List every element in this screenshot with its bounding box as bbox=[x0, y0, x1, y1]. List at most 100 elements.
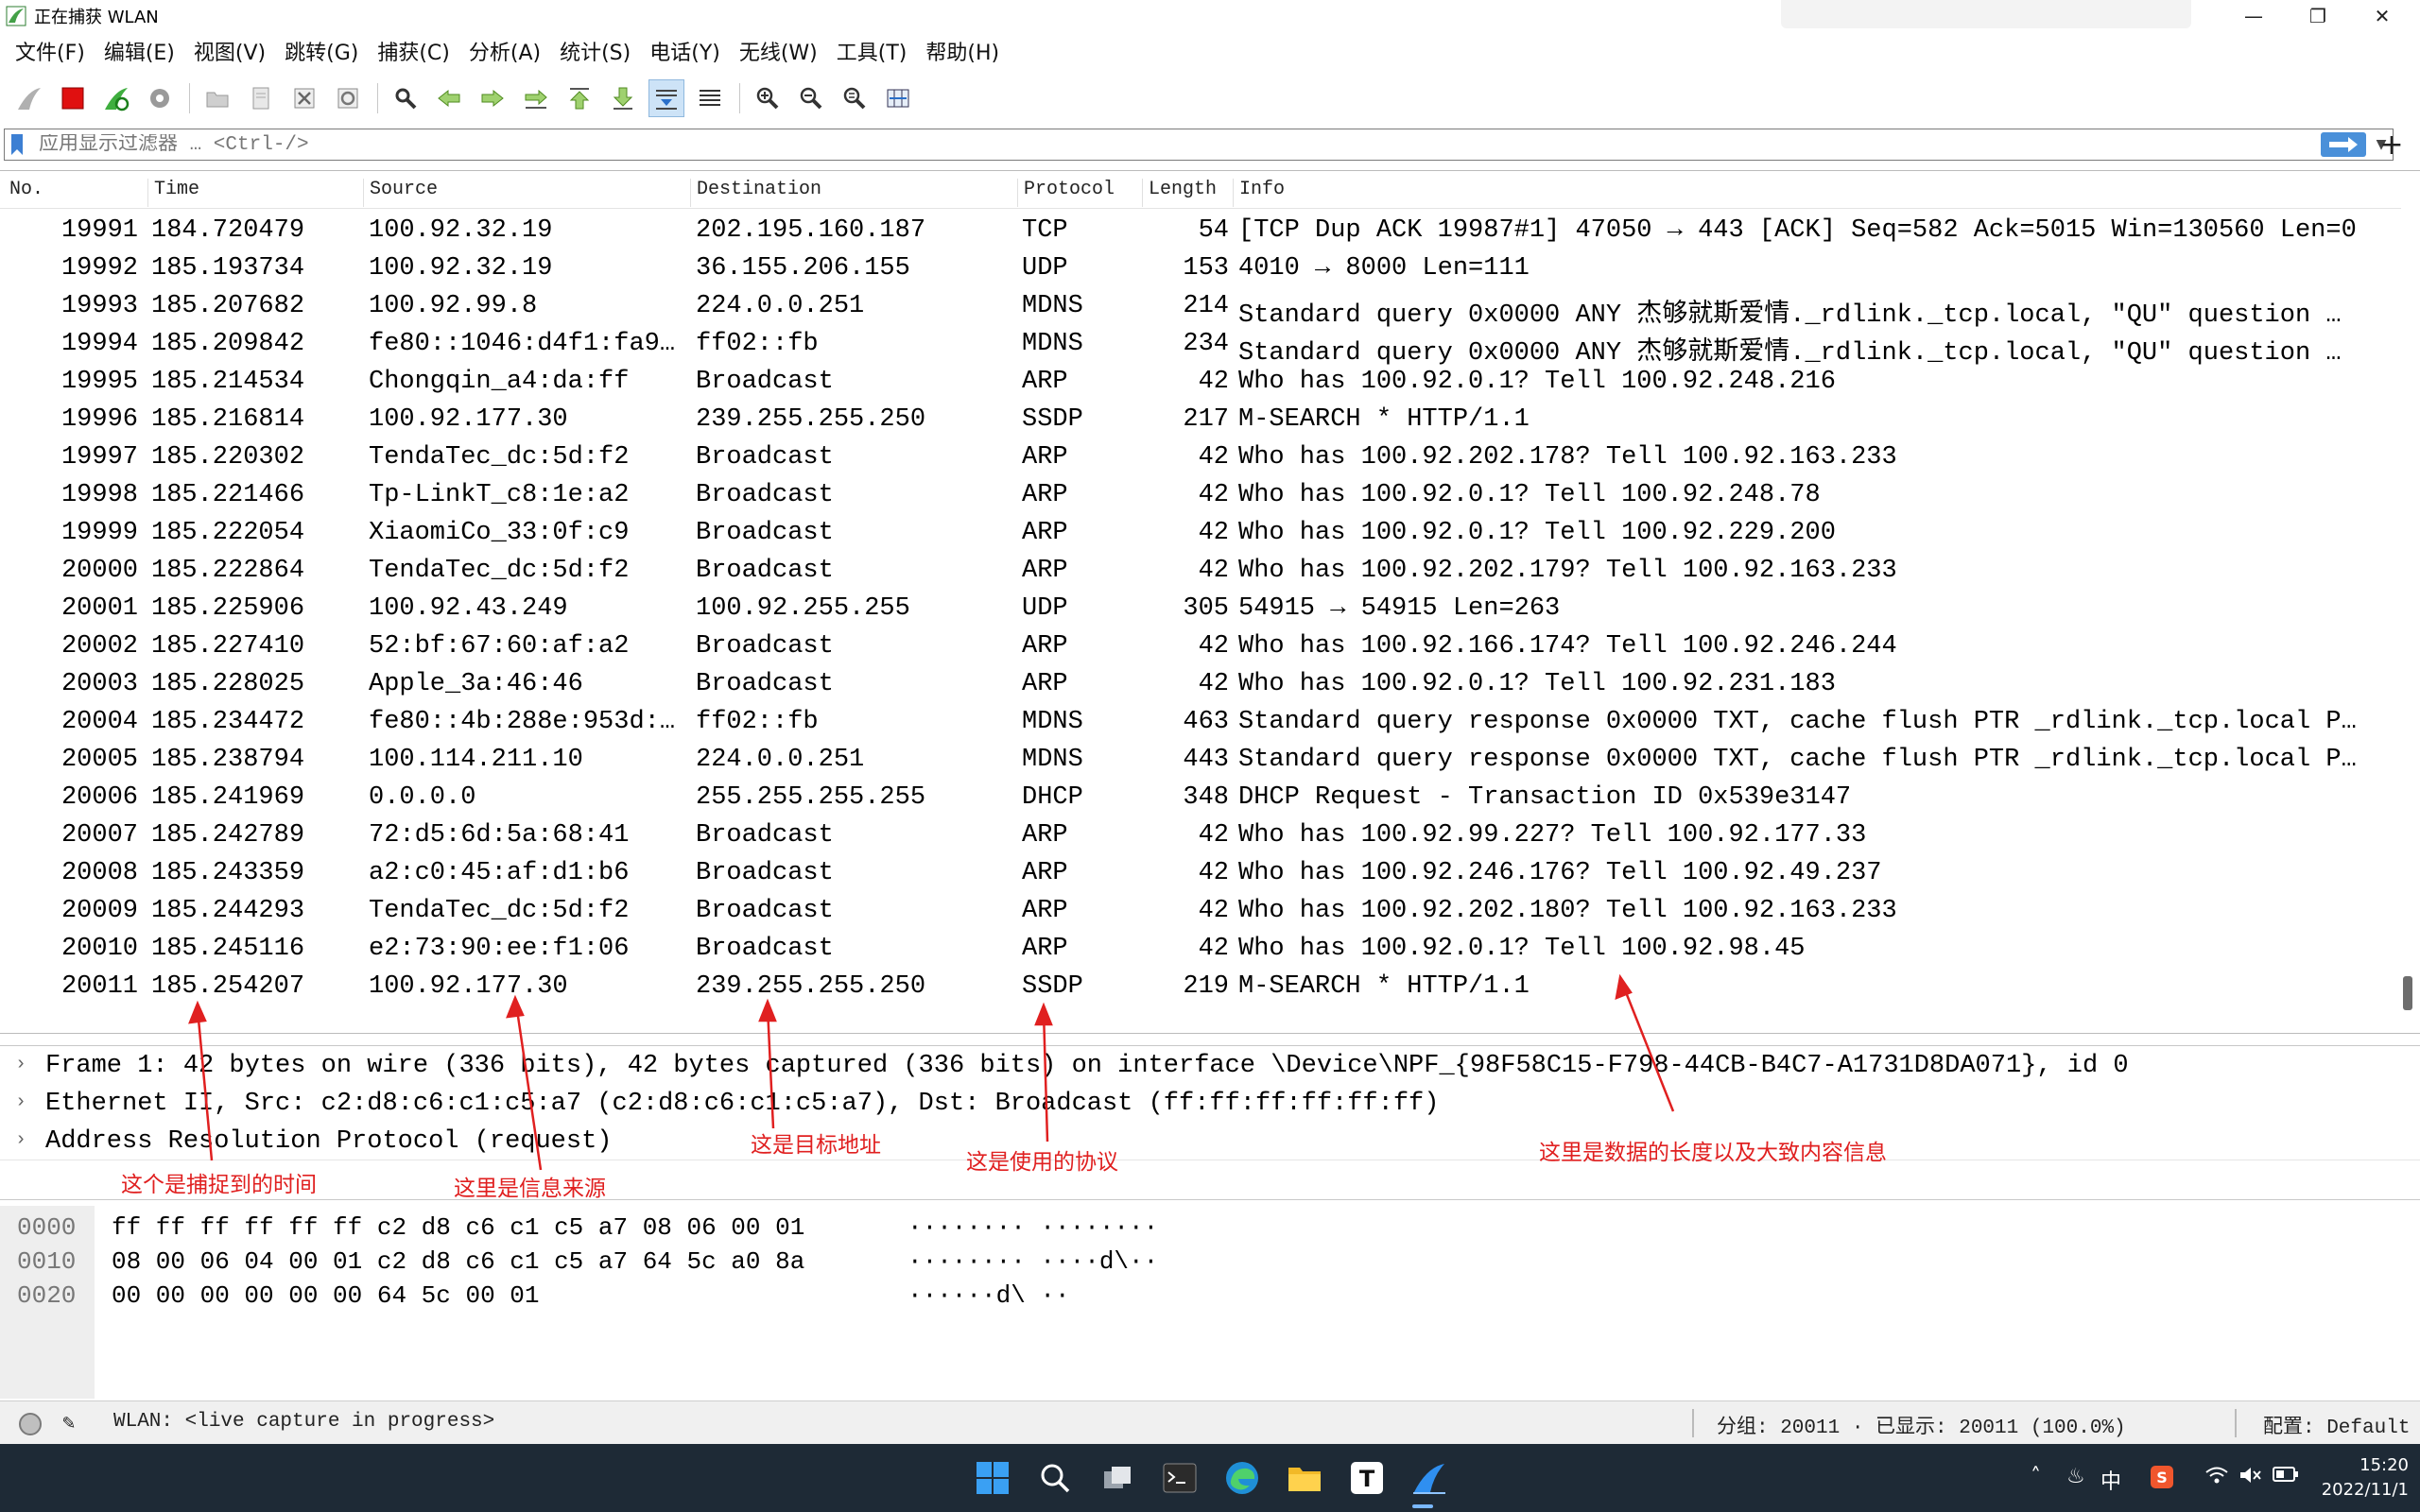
packet-row[interactable]: 20003 185.228025 Apple_3a:46:46 Broadcast AR… bbox=[0, 666, 2401, 704]
zoom-in-button[interactable] bbox=[750, 79, 786, 117]
maximize-button[interactable]: ❐ bbox=[2286, 0, 2350, 32]
column-protocol[interactable]: Protocol bbox=[1017, 179, 1115, 207]
add-filter-button[interactable]: + bbox=[2363, 129, 2420, 162]
go-forward-button[interactable] bbox=[475, 79, 510, 117]
last-packet-button[interactable] bbox=[605, 79, 641, 117]
packet-row[interactable]: 20009 185.244293 TendaTec_dc:5d:f2 Broadcas… bbox=[0, 893, 2401, 931]
packet-row[interactable]: 20006 185.241969 0.0.0.0 255.255.255.255 DHC… bbox=[0, 780, 2401, 817]
bytes-hex[interactable]: 08 00 06 04 00 01 c2 d8 c6 c1 c5 a7 64 5… bbox=[112, 1247, 804, 1276]
packet-row[interactable]: 19995 185.214534 Chongqin_a4:da:ff Broadcas… bbox=[0, 364, 2401, 402]
packet-row[interactable]: 20001 185.225906 100.92.43.249 100.92.255.2… bbox=[0, 591, 2401, 628]
open-file-button[interactable] bbox=[199, 79, 235, 117]
first-packet-button[interactable] bbox=[562, 79, 597, 117]
menu-go[interactable]: 跳转(G) bbox=[279, 36, 372, 66]
menu-telephony[interactable]: 电话(Y) bbox=[644, 36, 734, 66]
autoscroll-button[interactable] bbox=[648, 79, 684, 117]
bytes-ascii[interactable]: ········ ········ bbox=[908, 1213, 1158, 1242]
bytes-ascii[interactable]: ········ ····d\·· bbox=[908, 1247, 1158, 1276]
packet-row[interactable]: 19996 185.216814 100.92.177.30 239.255.255.… bbox=[0, 402, 2401, 439]
packet-row[interactable]: 20004 185.234472 fe80::4b:288e:953d:… ff02:… bbox=[0, 704, 2401, 742]
restart-capture-button[interactable] bbox=[98, 79, 134, 117]
close-button[interactable]: ✕ bbox=[2350, 0, 2414, 32]
edit-comment-icon[interactable]: ✎ bbox=[62, 1411, 75, 1435]
find-packet-button[interactable] bbox=[388, 79, 424, 117]
display-filter-input[interactable] bbox=[39, 133, 2321, 156]
chevron-right-icon[interactable]: › bbox=[15, 1054, 26, 1075]
bytes-hex[interactable]: 00 00 00 00 00 00 64 5c 00 01 bbox=[112, 1281, 539, 1310]
zoom-out-button[interactable] bbox=[793, 79, 829, 117]
column-info[interactable]: Info bbox=[1233, 179, 1285, 207]
tray-overflow-icon[interactable]: ˄ bbox=[2031, 1465, 2041, 1488]
row-length: 305 bbox=[1183, 594, 1229, 623]
detail-frame[interactable]: › Frame 1: 42 bytes on wire (336 bits), … bbox=[0, 1048, 2420, 1086]
menu-analyze[interactable]: 分析(A) bbox=[463, 36, 554, 66]
packet-row[interactable]: 19993 185.207682 100.92.99.8 224.0.0.251 MDN… bbox=[0, 288, 2401, 330]
task-view-button[interactable] bbox=[1097, 1457, 1138, 1499]
chevron-right-icon[interactable]: › bbox=[15, 1091, 26, 1113]
detail-ethernet[interactable]: › Ethernet II, Src: c2:d8:c6:c1:c5:a7 (c… bbox=[0, 1086, 2420, 1124]
menu-capture[interactable]: 捕获(C) bbox=[372, 36, 463, 66]
zoom-normal-button[interactable] bbox=[837, 79, 873, 117]
minimize-button[interactable]: — bbox=[2221, 0, 2286, 32]
column-destination[interactable]: Destination bbox=[690, 179, 821, 207]
packet-row[interactable]: 20008 185.243359 a2:c0:45:af:d1:b6 Broadcas… bbox=[0, 855, 2401, 893]
capture-options-button[interactable] bbox=[142, 79, 178, 117]
taskbar-search-button[interactable] bbox=[1034, 1457, 1076, 1499]
packet-row[interactable]: 19992 185.193734 100.92.32.19 36.155.206.15… bbox=[0, 250, 2401, 288]
typora-app-button[interactable]: T bbox=[1346, 1457, 1388, 1499]
packet-row[interactable]: 19994 185.209842 fe80::1046:d4f1:fa9… ff02:… bbox=[0, 326, 2401, 368]
start-button[interactable] bbox=[972, 1457, 1013, 1499]
reload-file-button[interactable] bbox=[330, 79, 366, 117]
wireshark-taskbar-button[interactable] bbox=[1409, 1457, 1450, 1499]
resize-columns-button[interactable] bbox=[880, 79, 916, 117]
taskbar-clock[interactable]: 15:20 2022/11/1 bbox=[2314, 1453, 2409, 1503]
packet-row[interactable]: 19997 185.220302 TendaTec_dc:5d:f2 Broadcas… bbox=[0, 439, 2401, 477]
packet-row[interactable]: 20005 185.238794 100.114.211.10 224.0.0.251… bbox=[0, 742, 2401, 780]
file-explorer-button[interactable] bbox=[1284, 1457, 1325, 1499]
packet-list-scrollbar[interactable] bbox=[2403, 976, 2412, 1010]
volume-icon[interactable] bbox=[2238, 1465, 2263, 1491]
menu-tools[interactable]: 工具(T) bbox=[831, 36, 921, 66]
menu-file[interactable]: 文件(F) bbox=[9, 36, 98, 66]
apply-filter-button[interactable] bbox=[2321, 132, 2366, 157]
column-no[interactable]: No. bbox=[4, 179, 43, 207]
profile-text[interactable]: 配置: Default bbox=[2263, 1411, 2410, 1439]
edge-browser-button[interactable] bbox=[1221, 1457, 1263, 1499]
start-capture-button[interactable] bbox=[11, 79, 47, 117]
packet-row[interactable]: 20000 185.222864 TendaTec_dc:5d:f2 Broadcas… bbox=[0, 553, 2401, 591]
go-to-packet-button[interactable] bbox=[518, 79, 554, 117]
packet-row[interactable]: 19991 184.720479 100.92.32.19 202.195.160.1… bbox=[0, 213, 2401, 250]
menu-view[interactable]: 视图(V) bbox=[188, 36, 279, 66]
menu-wireless[interactable]: 无线(W) bbox=[734, 36, 831, 66]
tray-app-icon[interactable]: ♨ bbox=[2066, 1465, 2085, 1488]
menu-statistics[interactable]: 统计(S) bbox=[554, 36, 644, 66]
menu-edit[interactable]: 编辑(E) bbox=[98, 36, 188, 66]
go-back-button[interactable] bbox=[431, 79, 467, 117]
bytes-ascii[interactable]: ······d\ ·· bbox=[908, 1281, 1070, 1310]
packet-row[interactable]: 19998 185.221466 Tp-LinkT_c8:1e:a2 Broadcas… bbox=[0, 477, 2401, 515]
packet-row[interactable]: 19999 185.222054 XiaomiCo_33:0f:c9 Broadcas… bbox=[0, 515, 2401, 553]
filter-bookmark-button[interactable] bbox=[5, 130, 29, 159]
detail-arp[interactable]: › Address Resolution Protocol (request) bbox=[0, 1124, 2420, 1161]
stop-capture-button[interactable] bbox=[55, 79, 91, 117]
column-length[interactable]: Length bbox=[1142, 179, 1217, 207]
close-file-button[interactable] bbox=[286, 79, 322, 117]
packet-row[interactable]: 20002 185.227410 52:bf:67:60:af:a2 Broadcas… bbox=[0, 628, 2401, 666]
sogou-ime-icon[interactable]: S bbox=[2150, 1465, 2174, 1495]
packet-row[interactable]: 20011 185.254207 100.92.177.30 239.255.255.… bbox=[0, 969, 2401, 1006]
chevron-right-icon[interactable]: › bbox=[15, 1129, 26, 1151]
capture-status-icon[interactable] bbox=[19, 1413, 42, 1435]
column-time[interactable]: Time bbox=[147, 179, 199, 207]
column-source[interactable]: Source bbox=[363, 179, 438, 207]
bytes-hex[interactable]: ff ff ff ff ff ff c2 d8 c6 c1 c5 a7 08 0… bbox=[112, 1213, 804, 1242]
row-length: 42 bbox=[1198, 897, 1229, 925]
terminal-app-button[interactable] bbox=[1159, 1457, 1201, 1499]
packet-row[interactable]: 20010 185.245116 e2:73:90:ee:f1:06 Broadcas… bbox=[0, 931, 2401, 969]
battery-icon[interactable] bbox=[2273, 1465, 2299, 1489]
wifi-icon[interactable] bbox=[2204, 1465, 2229, 1491]
colorize-button[interactable] bbox=[692, 79, 728, 117]
packet-row[interactable]: 20007 185.242789 72:d5:6d:5a:68:41 Broadcas… bbox=[0, 817, 2401, 855]
ime-indicator[interactable]: 中 bbox=[2100, 1465, 2121, 1495]
save-file-button[interactable] bbox=[243, 79, 279, 117]
menu-help[interactable]: 帮助(H) bbox=[920, 36, 1012, 66]
